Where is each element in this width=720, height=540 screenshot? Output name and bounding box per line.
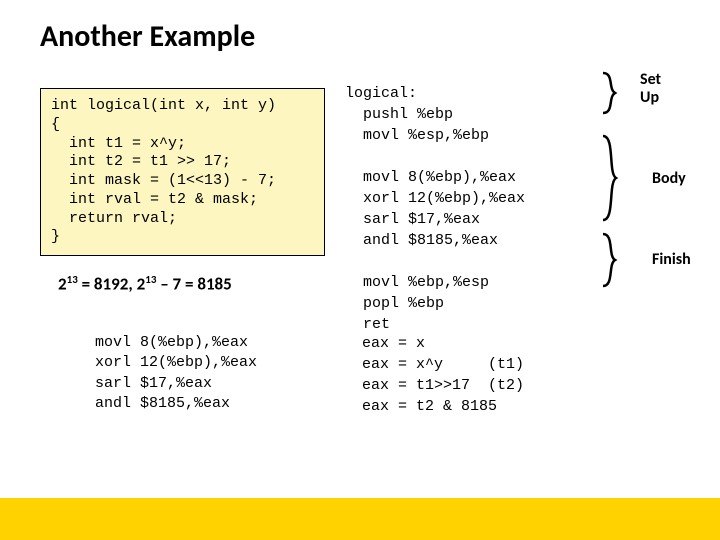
slide-title: Another Example [40,18,680,55]
slide: Another Example int logical(int x, int y… [0,0,720,540]
brace-setup-icon [600,71,630,115]
brace-finish-icon [600,231,630,289]
asm-full-listing: logical: pushl %ebp movl %esp,%ebp movl … [345,83,525,335]
brace-body-icon [600,133,630,223]
c-source-code: int logical(int x, int y) { int t1 = x^y… [40,88,325,256]
formula-text: 213 = 8192, 213 – 7 = 8185 [58,273,232,295]
footer-band [0,498,720,540]
register-trace: eax = x eax = x^y (t1) eax = t1>>17 (t2)… [362,333,524,417]
label-setup: Set Up [640,71,661,108]
label-finish: Finish [652,251,691,269]
label-body: Body [652,170,686,188]
asm-snippet-left: movl 8(%ebp),%eax xorl 12(%ebp),%eax sar… [95,333,257,414]
